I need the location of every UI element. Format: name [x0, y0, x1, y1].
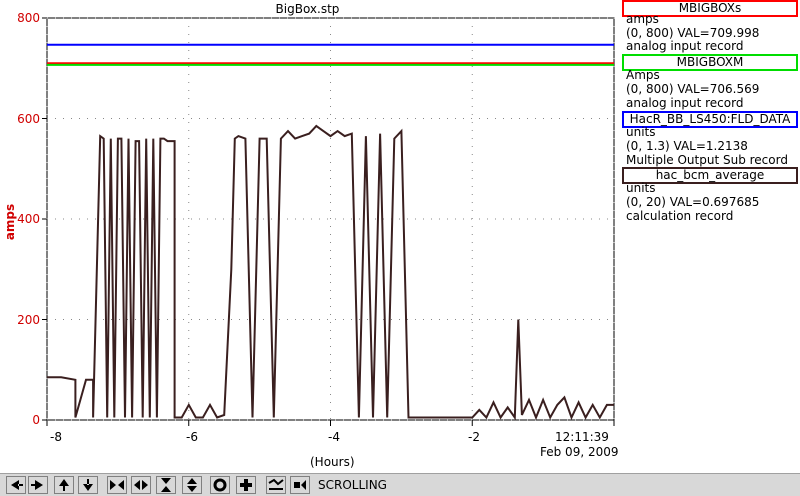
pan-up-button[interactable]: [54, 476, 74, 494]
pan-right-button[interactable]: [28, 476, 48, 494]
status-text: SCROLLING: [318, 478, 387, 492]
current-date: Feb 09, 2009: [540, 445, 619, 459]
pan-left-icon: [7, 476, 25, 494]
legend-units: units: [626, 125, 656, 139]
config-button[interactable]: [290, 476, 310, 494]
x-tick-minus-6: -6: [186, 430, 198, 444]
legend-record-type: Multiple Output Sub record: [626, 153, 788, 167]
legend-units: Amps: [626, 68, 660, 82]
reset-button[interactable]: [236, 476, 256, 494]
stagger-icon: [267, 476, 285, 494]
zoom-in-y-button[interactable]: [156, 476, 176, 494]
legend-range-value: (0, 800) VAL=706.569: [626, 82, 760, 96]
x-tick-minus-2: -2: [468, 430, 480, 444]
legend-record-type: analog input record: [626, 39, 744, 53]
zoom-out-y-icon: [183, 476, 201, 494]
zoom-out-x-button[interactable]: [131, 476, 151, 494]
zoom-in-x-button[interactable]: [107, 476, 127, 494]
zoom-in-x-icon: [108, 476, 126, 494]
chart-plot[interactable]: [0, 0, 620, 470]
x-axis-label: (Hours): [310, 455, 355, 469]
legend-range-value: (0, 800) VAL=709.998: [626, 26, 760, 40]
zoom-out-y-button[interactable]: [182, 476, 202, 494]
auto-scale-button[interactable]: [210, 476, 230, 494]
x-tick-minus-8: -8: [50, 430, 62, 444]
pan-left-button[interactable]: [6, 476, 26, 494]
zoom-in-y-icon: [157, 476, 175, 494]
reset-icon: [237, 476, 255, 494]
toolbar: SCROLLING: [0, 473, 800, 496]
zoom-out-x-icon: [132, 476, 150, 494]
x-tick-minus-4: -4: [328, 430, 340, 444]
legend-record-type: analog input record: [626, 96, 744, 110]
stagger-button[interactable]: [266, 476, 286, 494]
pan-right-icon: [29, 476, 47, 494]
plot-traces: [47, 43, 614, 421]
pan-down-button[interactable]: [78, 476, 98, 494]
auto-scale-icon: [211, 476, 229, 494]
pan-up-icon: [55, 476, 73, 494]
pan-down-icon: [79, 476, 97, 494]
legend-record-type: calculation record: [626, 209, 734, 223]
current-time: 12:11:39: [555, 430, 609, 444]
legend-units: amps: [626, 12, 659, 26]
series-line-hac-bcm-average: [47, 124, 614, 421]
legend-units: units: [626, 181, 656, 195]
config-icon: [291, 476, 309, 494]
legend-range-value: (0, 20) VAL=0.697685: [626, 195, 760, 209]
legend-range-value: (0, 1.3) VAL=1.2138: [626, 139, 748, 153]
